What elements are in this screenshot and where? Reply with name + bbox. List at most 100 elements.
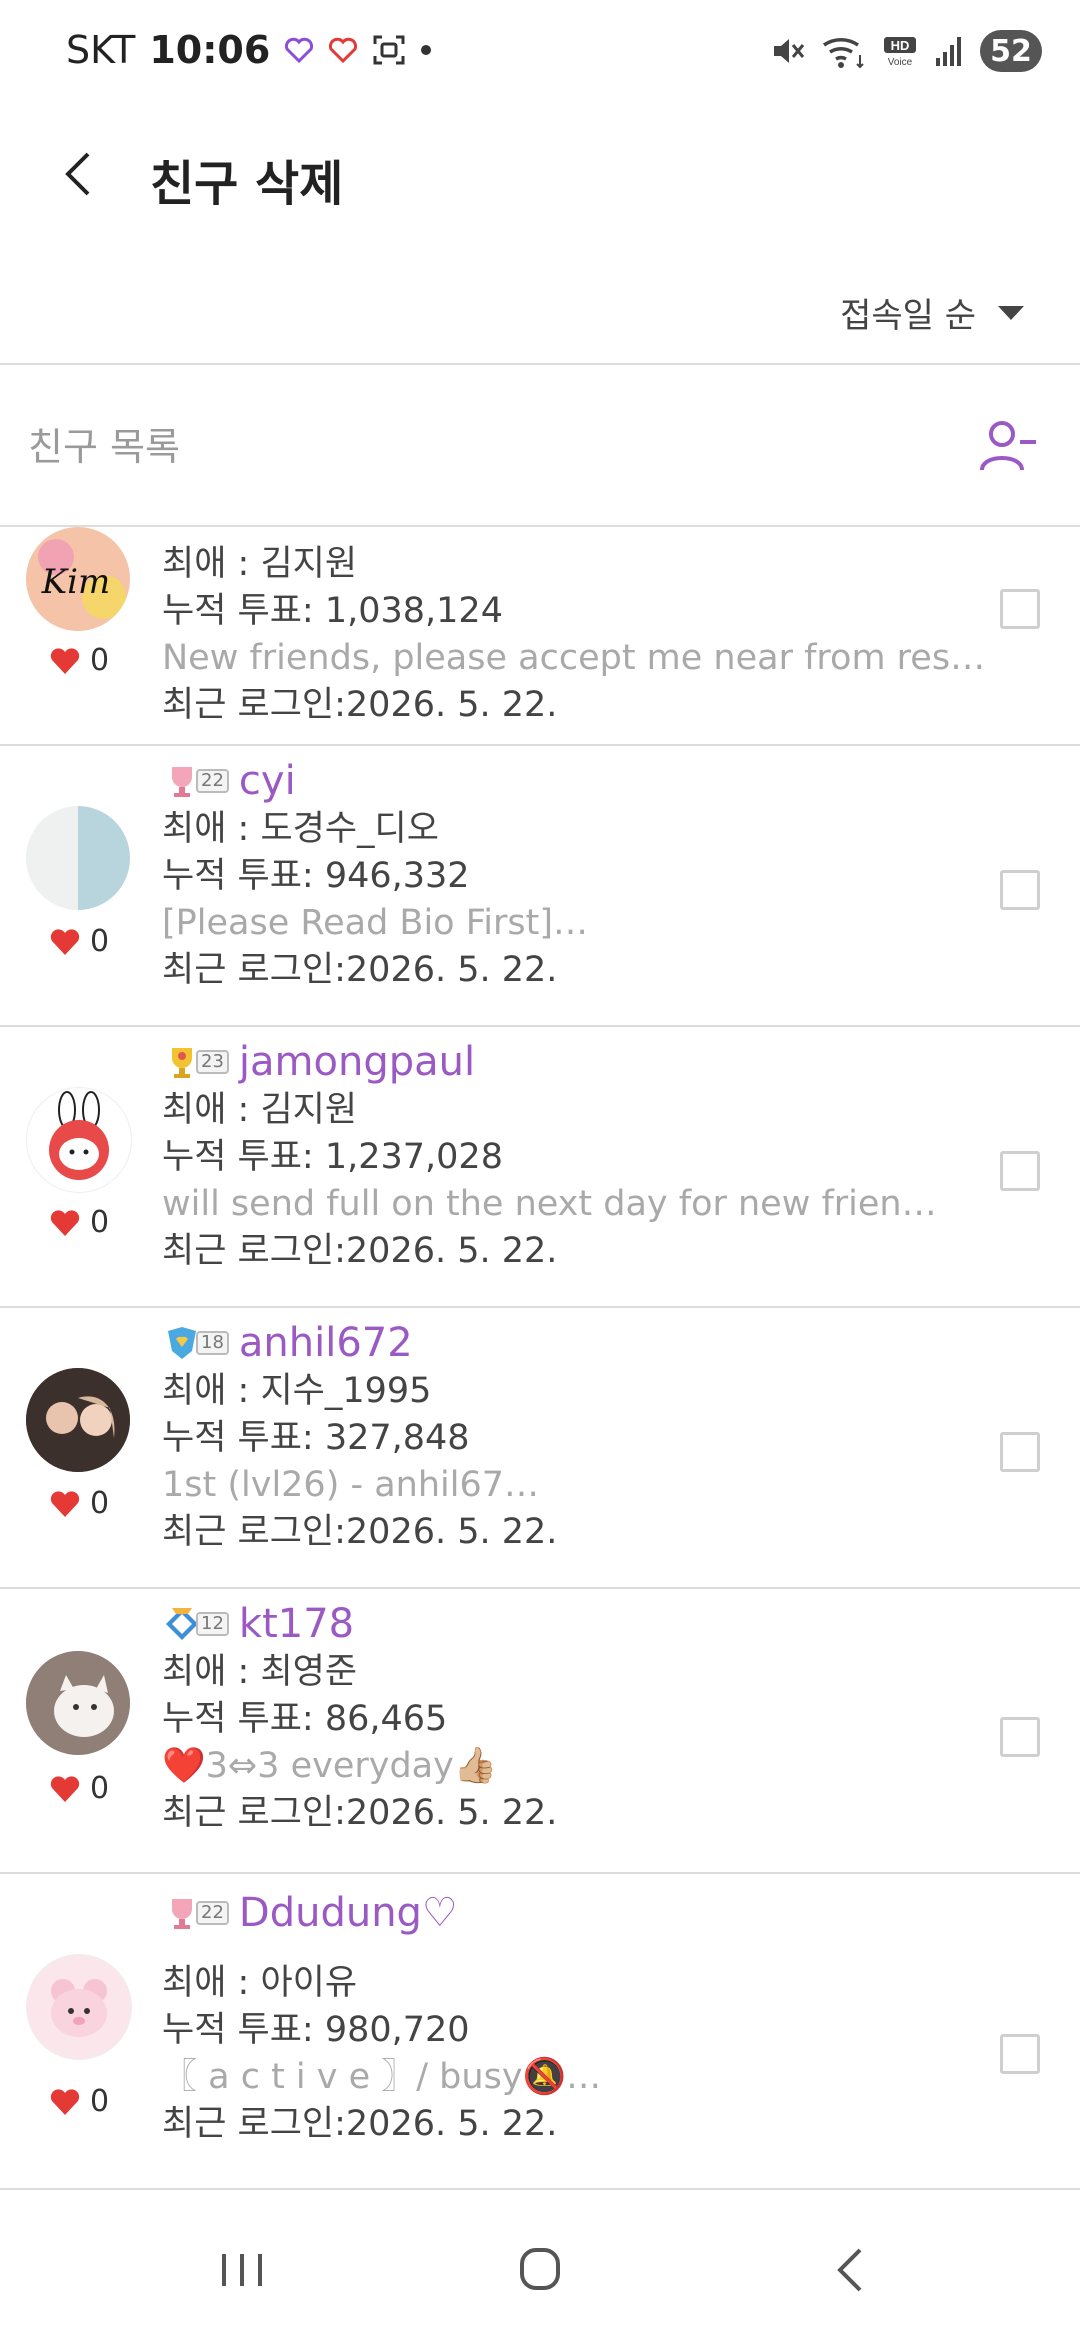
clock: 10:06 (149, 28, 271, 72)
like-count: 0 (90, 2084, 110, 2119)
level-number: 12 (196, 1612, 229, 1636)
username[interactable]: Ddudung♡ (239, 1890, 458, 1936)
like-counter[interactable]: 0 (50, 1205, 109, 1240)
level-badge: 23 (162, 1042, 229, 1082)
level-number: 22 (196, 769, 229, 793)
total-votes: 누적 투표: 327,848 (162, 1418, 470, 1458)
heart-outline-icon (285, 37, 314, 63)
total-votes: 누적 투표: 1,237,028 (162, 1137, 503, 1177)
select-checkbox[interactable] (1000, 589, 1040, 629)
divider (0, 363, 1080, 365)
app-header: 친구 삭제 (0, 110, 1080, 240)
level-number: 22 (196, 1901, 229, 1925)
status-message: [Please Read Bio First]… (162, 903, 589, 943)
friend-row[interactable]: 0 22 cyi 최애 : 도경수_디오 누적 투표: 946,332 [Ple… (0, 746, 1080, 1027)
total-votes: 누적 투표: 946,332 (162, 856, 470, 896)
select-checkbox[interactable] (1000, 2034, 1040, 2074)
status-message: New friends, please accept me near from … (162, 638, 986, 678)
like-counter[interactable]: 0 (50, 643, 109, 678)
like-count: 0 (90, 1205, 110, 1240)
select-checkbox[interactable] (1000, 1151, 1040, 1191)
heart-icon (50, 647, 80, 674)
like-counter[interactable]: 0 (50, 2084, 109, 2119)
sort-bar: 접속일 순 (0, 270, 1080, 360)
battery-indicator: 52 (980, 30, 1042, 72)
friend-row[interactable]: 0 22 Ddudung♡ 최애 : 아이유 누적 투표: 980,720 〖 … (0, 1874, 1080, 2190)
home-icon[interactable] (500, 2240, 580, 2300)
level-badge: 18 (162, 1323, 229, 1363)
status-message: ❤️3⇔3 everyday👍🏼 (162, 1746, 498, 1786)
heart-icon (50, 1775, 80, 1802)
like-counter[interactable]: 0 (50, 1771, 109, 1806)
heart-icon (50, 1209, 80, 1236)
level-badge: 22 (162, 761, 229, 801)
avatar (26, 1368, 130, 1472)
notification-dot-icon (421, 45, 432, 55)
favorite-idol: 최애 : 김지원 (162, 544, 358, 584)
avatar (26, 1087, 132, 1193)
heart-icon (50, 1490, 80, 1517)
mute-icon (774, 39, 805, 63)
favorite-idol: 최애 : 아이유 (162, 1963, 358, 2003)
friend-row[interactable]: 0 18 anhil672 최애 : 지수_1995 누적 투표: 327,84… (0, 1308, 1080, 1589)
like-counter[interactable]: 0 (50, 924, 109, 959)
like-count: 0 (90, 1486, 110, 1521)
sort-dropdown[interactable]: 접속일 순 (840, 288, 1024, 337)
favorite-idol: 최애 : 도경수_디오 (162, 809, 439, 849)
favorite-idol: 최애 : 지수_1995 (162, 1371, 432, 1411)
username[interactable]: cyi (239, 758, 296, 804)
friend-info: 23 jamongpaul 최애 : 김지원 누적 투표: 1,237,028 … (162, 1037, 992, 1275)
avatar (26, 1651, 130, 1755)
wifi-icon (823, 37, 864, 69)
avatar (26, 1954, 132, 2060)
select-checkbox[interactable] (1000, 870, 1040, 910)
friend-row[interactable]: 0 12 kt178 최애 : 최영준 누적 투표: 86,465 ❤️3⇔3 … (0, 1589, 1080, 1874)
friend-list-label: 친구 목록 (28, 425, 180, 469)
friend-row[interactable]: 0 23 jamongpaul 최애 : 김지원 누적 투표: 1,237,02… (0, 1027, 1080, 1308)
heart-outline-red-icon (329, 37, 358, 63)
level-number: 18 (196, 1331, 229, 1355)
total-votes: 누적 투표: 1,038,124 (162, 591, 503, 631)
status-message: will send full on the next day for new f… (162, 1184, 937, 1224)
like-count: 0 (90, 643, 110, 678)
heart-icon (50, 928, 80, 955)
last-login: 최근 로그인:2026. 5. 22. (162, 1231, 558, 1271)
friend-row[interactable]: Kim 0 최애 : 김지원 누적 투표: 1,038,124 New frie… (0, 527, 1080, 746)
level-number: 23 (196, 1050, 229, 1074)
carrier-label: SKT (66, 28, 136, 72)
last-login: 최근 로그인:2026. 5. 22. (162, 1512, 558, 1552)
last-login: 최근 로그인:2026. 5. 22. (162, 685, 558, 725)
hd-voice-icon: HD Voice (884, 37, 916, 68)
like-counter[interactable]: 0 (50, 1486, 109, 1521)
total-votes: 누적 투표: 980,720 (162, 2010, 470, 2050)
svg-text:Voice: Voice (888, 57, 913, 68)
avatar: Kim (26, 527, 130, 631)
caret-down-icon (998, 305, 1024, 320)
last-login: 최근 로그인:2026. 5. 22. (162, 950, 558, 990)
recent-apps-icon[interactable] (202, 2240, 282, 2300)
avatar (26, 806, 130, 910)
favorite-idol: 최애 : 최영준 (162, 1652, 358, 1692)
friend-info: 최애 : 김지원 누적 투표: 1,038,124 New friends, p… (162, 541, 992, 729)
level-badge: 22 (162, 1893, 229, 1933)
heart-icon (50, 2088, 80, 2115)
like-count: 0 (90, 924, 110, 959)
username[interactable]: anhil672 (239, 1320, 413, 1366)
total-votes: 누적 투표: 86,465 (162, 1699, 448, 1739)
select-checkbox[interactable] (1000, 1717, 1040, 1757)
username[interactable]: kt178 (239, 1601, 354, 1647)
level-badge: 12 (162, 1604, 229, 1644)
svg-text:Kim: Kim (41, 562, 111, 602)
friend-info: 22 cyi 최애 : 도경수_디오 누적 투표: 946,332 [Pleas… (162, 756, 992, 994)
system-nav-bar (0, 2200, 1080, 2340)
select-checkbox[interactable] (1000, 1432, 1040, 1472)
username[interactable]: jamongpaul (239, 1039, 475, 1085)
last-login: 최근 로그인:2026. 5. 22. (162, 2104, 558, 2144)
status-bar: SKT 10:06 HD Voice 52 (0, 0, 1080, 110)
back-nav-icon[interactable] (810, 2240, 890, 2300)
svg-text:HD: HD (891, 38, 910, 53)
like-count: 0 (90, 1771, 110, 1806)
remove-friend-icon[interactable] (976, 414, 1040, 478)
back-arrow-icon[interactable] (50, 144, 110, 204)
favorite-idol: 최애 : 김지원 (162, 1090, 358, 1130)
